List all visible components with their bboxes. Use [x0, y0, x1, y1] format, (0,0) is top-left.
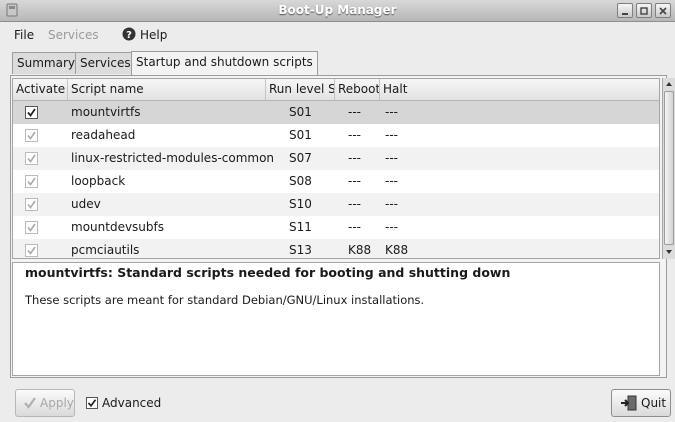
tab-services[interactable]: Services [75, 52, 136, 74]
checkbox-icon[interactable] [25, 129, 38, 142]
maximize-icon [640, 7, 648, 15]
run-level-cell: S01 [289, 105, 312, 119]
halt-cell: --- [385, 151, 398, 165]
quit-door-icon [621, 395, 637, 411]
advanced-checkbox[interactable] [86, 397, 98, 409]
run-level-cell: S07 [289, 151, 312, 165]
reboot-cell: --- [348, 151, 361, 165]
apply-label: Apply [40, 396, 74, 410]
window-title: Boot-Up Manager [278, 3, 397, 17]
menu-services[interactable]: Services [48, 28, 99, 42]
menu-file[interactable]: File [14, 28, 34, 42]
script-name-cell: readahead [71, 128, 136, 142]
quit-button[interactable]: Quit [611, 389, 671, 417]
apply-button[interactable]: Apply [15, 389, 75, 417]
scroll-down-arrow-icon[interactable] [663, 246, 675, 258]
run-level-cell: S13 [289, 243, 312, 257]
checkbox-icon[interactable] [25, 221, 38, 234]
run-level-cell: S10 [289, 197, 312, 211]
table-row[interactable]: mountvirtfs S01 --- --- [13, 101, 659, 124]
run-level-cell: S01 [289, 128, 312, 142]
reboot-cell: K88 [348, 243, 372, 257]
advanced-label[interactable]: Advanced [102, 396, 161, 410]
boot-up-manager-window: Boot-Up Manager File Services ? Help Sum… [0, 0, 675, 422]
checkbox-icon[interactable] [25, 106, 38, 119]
help-icon: ? [122, 27, 136, 41]
halt-cell: --- [385, 174, 398, 188]
checkbox-icon[interactable] [25, 152, 38, 165]
table-header: Activate Script name Run level S Reboot … [13, 79, 659, 101]
column-run-level[interactable]: Run level S [266, 79, 335, 100]
menu-bar: File Services ? Help [0, 22, 675, 49]
script-name-cell: mountvirtfs [71, 105, 141, 119]
description-title: mountvirtfs: Standard scripts needed for… [25, 265, 511, 280]
reboot-cell: --- [348, 220, 361, 234]
halt-cell: --- [385, 220, 398, 234]
script-name-cell: loopback [71, 174, 126, 188]
table-row[interactable]: pcmciautils S13 K88 K88 [13, 239, 659, 258]
column-halt[interactable]: Halt [380, 79, 659, 100]
table-row[interactable]: udev S10 --- --- [13, 193, 659, 216]
reboot-cell: --- [348, 128, 361, 142]
script-name-cell: mountdevsubfs [71, 220, 164, 234]
tab-summary[interactable]: Summary [12, 52, 80, 74]
column-activate[interactable]: Activate [13, 79, 68, 100]
apply-check-icon [24, 397, 36, 409]
run-level-cell: S11 [289, 220, 312, 234]
checkbox-icon[interactable] [25, 175, 38, 188]
maximize-button[interactable] [636, 3, 652, 18]
reboot-cell: --- [348, 174, 361, 188]
column-reboot[interactable]: Reboot [335, 79, 380, 100]
bottom-bar: Apply Advanced Quit [0, 383, 675, 422]
column-script-name[interactable]: Script name [68, 79, 266, 100]
run-level-cell: S08 [289, 174, 312, 188]
script-name-cell: udev [71, 197, 101, 211]
reboot-cell: --- [348, 105, 361, 119]
table-row[interactable]: mountdevsubfs S11 --- --- [13, 216, 659, 239]
description-body: These scripts are meant for standard Deb… [25, 293, 425, 307]
halt-cell: --- [385, 128, 398, 142]
table-row[interactable]: linux-restricted-modules-common S07 --- … [13, 147, 659, 170]
scripts-table[interactable]: Activate Script name Run level S Reboot … [12, 78, 660, 259]
table-row[interactable]: loopback S08 --- --- [13, 170, 659, 193]
minimize-button[interactable] [617, 3, 633, 18]
vertical-scrollbar[interactable] [662, 78, 675, 259]
minimize-icon [622, 13, 628, 15]
script-name-cell: linux-restricted-modules-common [71, 151, 275, 165]
table-row[interactable]: readahead S01 --- --- [13, 124, 659, 147]
quit-label: Quit [641, 396, 667, 410]
halt-cell: --- [385, 197, 398, 211]
scrollbar-thumb[interactable] [664, 91, 674, 245]
menu-help[interactable]: Help [140, 28, 167, 42]
close-icon [659, 7, 667, 15]
description-panel: mountvirtfs: Standard scripts needed for… [12, 262, 660, 376]
title-bar[interactable]: Boot-Up Manager [0, 0, 675, 22]
tab-startup-shutdown-scripts[interactable]: Startup and shutdown scripts [131, 51, 318, 75]
scroll-up-arrow-icon[interactable] [663, 78, 675, 90]
halt-cell: --- [385, 105, 398, 119]
halt-cell: K88 [385, 243, 409, 257]
checkbox-icon[interactable] [25, 244, 38, 257]
script-name-cell: pcmciautils [71, 243, 140, 257]
reboot-cell: --- [348, 197, 361, 211]
close-button[interactable] [655, 3, 671, 18]
svg-text:?: ? [126, 30, 132, 41]
checkbox-icon[interactable] [25, 198, 38, 211]
